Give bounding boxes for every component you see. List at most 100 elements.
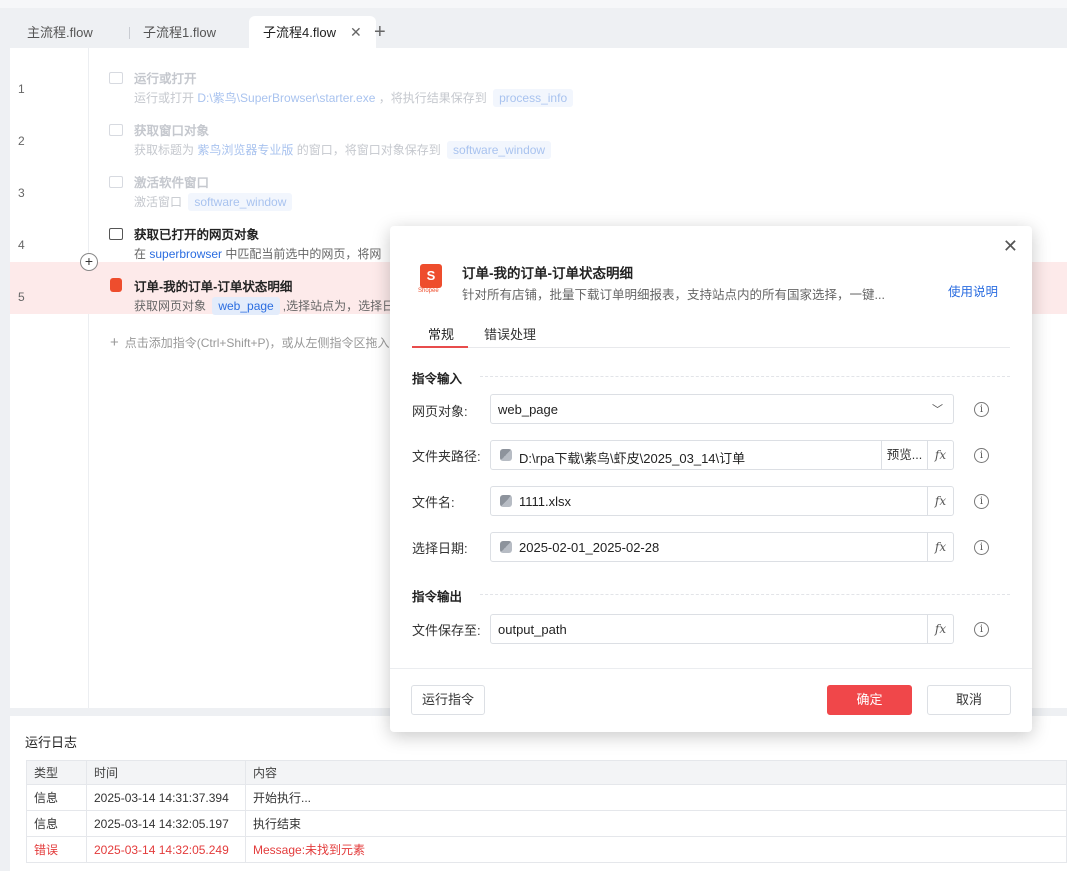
- close-icon[interactable]: ✕: [1003, 236, 1018, 257]
- log-content: 开始执行...: [245, 784, 1067, 811]
- step-description: 获取网页对象 web_page ,选择站点为，选择日: [134, 297, 395, 315]
- python-icon: [500, 541, 512, 553]
- python-icon: [500, 495, 512, 507]
- browse-button[interactable]: 预览...: [881, 441, 927, 469]
- log-type: 信息: [26, 784, 87, 811]
- fx-icon[interactable]: fx: [927, 487, 953, 515]
- line-number: 1: [18, 82, 25, 96]
- section-output-title: 指令输出: [412, 590, 463, 604]
- insert-step-button[interactable]: +: [80, 253, 98, 271]
- confirm-button[interactable]: 确定: [827, 685, 912, 715]
- step-keyword: 紫鸟浏览器专业版: [197, 143, 294, 157]
- dialog-description: 针对所有店铺，批量下载订单明细报表，支持站点内的所有国家选择，一键...: [462, 288, 885, 302]
- log-time: 2025-03-14 14:31:37.394: [86, 784, 246, 811]
- flow-step-2[interactable]: 2 获取窗口对象 获取标题为 紫鸟浏览器专业版 的窗口，将窗口对象保存到 sof…: [10, 106, 1067, 159]
- filename-value: 1111.xlsx: [519, 494, 572, 509]
- help-link[interactable]: 使用说明: [948, 281, 998, 300]
- info-icon[interactable]: i: [974, 402, 989, 417]
- webpage-icon: [109, 228, 123, 240]
- fx-icon[interactable]: fx: [927, 441, 953, 469]
- close-icon[interactable]: ✕: [350, 16, 362, 48]
- output-variable-input[interactable]: output_path fx: [490, 614, 954, 644]
- folder-path-value: D:\rpa下载\紫鸟\虾皮\2025_03_14\订单: [519, 451, 746, 466]
- step-description: 获取标题为 紫鸟浏览器专业版 的窗口，将窗口对象保存到 software_win…: [134, 141, 554, 159]
- step-title: 获取已打开的网页对象: [134, 228, 260, 242]
- filename-label: 文件名:: [412, 495, 455, 510]
- step-title: 订单-我的订单-订单状态明细: [134, 280, 293, 294]
- line-number: 4: [18, 238, 25, 252]
- variable-chip[interactable]: web_page: [212, 297, 280, 315]
- log-row-error[interactable]: 错误 2025-03-14 14:32:05.249 Message:未找到元素: [26, 836, 1067, 863]
- variable-chip[interactable]: software_window: [188, 193, 293, 211]
- section-input-title: 指令输入: [412, 372, 463, 386]
- python-icon: [500, 449, 512, 461]
- step-title: 运行或打开: [134, 72, 197, 86]
- tab-bar: 主流程.flow 子流程1.flow 子流程4.flow ✕ +: [0, 0, 1067, 48]
- shopee-logo-text: Shopee: [418, 288, 439, 294]
- tab-general[interactable]: 常规: [428, 324, 454, 343]
- log-row[interactable]: 信息 2025-03-14 14:31:37.394 开始执行...: [26, 784, 1067, 811]
- step-keyword: D:\紫鸟\SuperBrowser\starter.exe: [197, 91, 376, 105]
- log-header-row: 类型 时间 内容: [26, 760, 1067, 785]
- step-description: 在 superbrowser 中匹配当前选中的网页，将网: [134, 247, 382, 261]
- line-number: 2: [18, 134, 25, 148]
- web-page-select[interactable]: web_page ﹀: [490, 394, 954, 424]
- flow-step-3[interactable]: 3 激活软件窗口 激活窗口 software_window: [10, 158, 1067, 211]
- info-icon[interactable]: i: [974, 448, 989, 463]
- col-content: 内容: [245, 760, 1067, 785]
- variable-chip[interactable]: software_window: [447, 141, 552, 159]
- variable-chip[interactable]: process_info: [493, 89, 574, 107]
- log-table: 类型 时间 内容 信息 2025-03-14 14:31:37.394 开始执行…: [26, 760, 1067, 863]
- folder-path-label: 文件夹路径:: [412, 449, 481, 464]
- step-title: 获取窗口对象: [134, 124, 210, 138]
- line-number: 3: [18, 186, 25, 200]
- fx-icon[interactable]: fx: [927, 615, 953, 643]
- tab-error-handling[interactable]: 错误处理: [484, 324, 536, 343]
- log-content: 执行结束: [245, 810, 1067, 837]
- dialog-title: 订单-我的订单-订单状态明细: [462, 266, 633, 281]
- tab-label: 子流程4.flow: [263, 25, 336, 40]
- date-value: 2025-02-01_2025-02-28: [519, 540, 660, 555]
- web-page-label: 网页对象:: [412, 404, 468, 419]
- date-label: 选择日期:: [412, 541, 468, 556]
- folder-path-input[interactable]: D:\rpa下载\紫鸟\虾皮\2025_03_14\订单 预览... fx: [490, 440, 954, 470]
- log-type: 信息: [26, 810, 87, 837]
- run-command-button[interactable]: 运行指令: [411, 685, 485, 715]
- step-keyword: superbrowser: [149, 247, 223, 261]
- info-icon[interactable]: i: [974, 622, 989, 637]
- add-tab-icon[interactable]: +: [374, 20, 386, 44]
- step-description: 激活窗口 software_window: [134, 193, 295, 211]
- add-command-hint[interactable]: + 点击添加指令(Ctrl+Shift+P)，或从左侧指令区拖入: [110, 334, 389, 351]
- col-type: 类型: [26, 760, 87, 785]
- active-tab-indicator: [412, 346, 468, 348]
- log-content: Message:未找到元素: [245, 836, 1067, 863]
- col-time: 时间: [86, 760, 246, 785]
- filename-input[interactable]: 1111.xlsx fx: [490, 486, 954, 516]
- output-value: output_path: [498, 622, 567, 637]
- log-row[interactable]: 信息 2025-03-14 14:32:05.197 执行结束: [26, 810, 1067, 837]
- command-config-dialog: ✕ S Shopee 订单-我的订单-订单状态明细 针对所有店铺，批量下载订单明…: [390, 226, 1032, 732]
- web-page-value: web_page: [498, 402, 558, 417]
- info-icon[interactable]: i: [974, 494, 989, 509]
- line-number: 5: [18, 290, 25, 304]
- shopee-logo-icon: S: [420, 264, 442, 288]
- tab-separator: [129, 27, 130, 39]
- tab-subflow-1[interactable]: 子流程1.flow: [143, 18, 216, 48]
- chevron-down-icon: ﹀: [932, 404, 943, 416]
- tab-main-flow[interactable]: 主流程.flow: [27, 18, 93, 48]
- info-icon[interactable]: i: [974, 540, 989, 555]
- tab-subflow-4[interactable]: 子流程4.flow ✕: [249, 16, 376, 48]
- log-title: 运行日志: [25, 735, 78, 750]
- step-description: 运行或打开 D:\紫鸟\SuperBrowser\starter.exe ，将执…: [134, 89, 576, 107]
- shopee-icon: [110, 278, 122, 292]
- log-time: 2025-03-14 14:32:05.197: [86, 810, 246, 837]
- fx-icon[interactable]: fx: [927, 533, 953, 561]
- date-input[interactable]: 2025-02-01_2025-02-28 fx: [490, 532, 954, 562]
- output-label: 文件保存至:: [412, 623, 481, 638]
- cancel-button[interactable]: 取消: [927, 685, 1011, 715]
- run-log-panel: 运行日志 类型 时间 内容 信息 2025-03-14 14:31:37.394…: [10, 716, 1067, 871]
- flow-step-1[interactable]: 1 运行或打开 运行或打开 D:\紫鸟\SuperBrowser\starter…: [10, 54, 1067, 107]
- step-title: 激活软件窗口: [134, 176, 210, 190]
- plus-icon: +: [110, 334, 119, 351]
- activate-window-icon: [109, 176, 123, 188]
